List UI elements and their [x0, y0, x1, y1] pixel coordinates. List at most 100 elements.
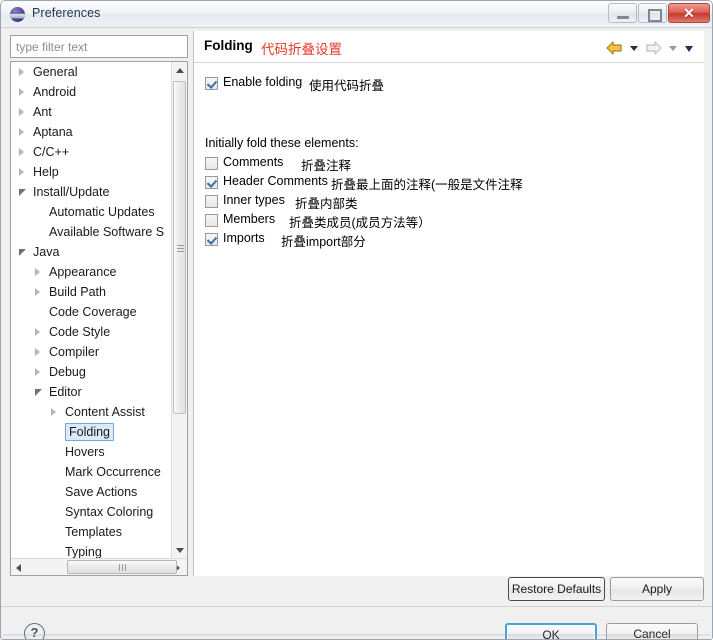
- tree-item-java[interactable]: Java: [11, 242, 173, 262]
- collapse-arrow-icon[interactable]: [35, 268, 40, 276]
- minimize-button[interactable]: [608, 3, 637, 23]
- collapse-arrow-icon[interactable]: [19, 148, 24, 156]
- collapse-arrow-icon[interactable]: [19, 88, 24, 96]
- help-icon[interactable]: ?: [24, 623, 45, 639]
- tree-item-label: Build Path: [49, 285, 106, 299]
- collapse-arrow-icon[interactable]: [35, 368, 40, 376]
- forward-history-dropdown-icon: [667, 41, 680, 55]
- tree-item-label: Code Style: [49, 325, 111, 339]
- tree-horizontal-scrollbar[interactable]: [11, 558, 187, 575]
- comments-checkbox[interactable]: [205, 157, 218, 170]
- collapse-arrow-icon[interactable]: [19, 168, 24, 176]
- filter-input[interactable]: [10, 35, 188, 58]
- tree-item-c-c[interactable]: C/C++: [11, 142, 173, 162]
- navigation-toolbar: [606, 39, 697, 55]
- enable-folding-checkbox[interactable]: [205, 77, 218, 90]
- tree-item-label: Install/Update: [33, 185, 110, 199]
- collapse-arrow-icon[interactable]: [35, 328, 40, 336]
- tree-item-android[interactable]: Android: [11, 82, 173, 102]
- tree-item-label: C/C++: [33, 145, 70, 159]
- tree-vertical-scrollbar[interactable]: [171, 62, 187, 559]
- imports-annotation: 折叠import部分: [281, 235, 366, 249]
- scroll-up-button[interactable]: [172, 62, 187, 79]
- tree-item-mark-occurrence[interactable]: Mark Occurrence: [11, 462, 173, 482]
- tree-item-label: Debug: [49, 365, 86, 379]
- tree-item-label: Android: [33, 85, 77, 99]
- group-label: Initially fold these elements:: [205, 136, 359, 150]
- preference-page: Folding 代码折叠设置 Enable folding 使用代码折叠 Ini…: [193, 31, 704, 576]
- maximize-button[interactable]: [638, 3, 667, 23]
- collapse-arrow-icon[interactable]: [35, 288, 40, 296]
- tree-item-folding[interactable]: Folding: [11, 422, 173, 442]
- header-comments-checkbox[interactable]: [205, 176, 218, 189]
- tree-item-appearance[interactable]: Appearance: [11, 262, 173, 282]
- tree-item-label: Available Software S: [49, 225, 165, 239]
- members-checkbox[interactable]: [205, 214, 218, 227]
- scroll-down-button[interactable]: [172, 542, 187, 559]
- collapse-arrow-icon[interactable]: [19, 128, 24, 136]
- tree-item-editor[interactable]: Editor: [11, 382, 173, 402]
- tree-item-debug[interactable]: Debug: [11, 362, 173, 382]
- tree-item-aptana[interactable]: Aptana: [11, 122, 173, 142]
- tree-item-code-coverage[interactable]: Code Coverage: [11, 302, 173, 322]
- members-label: Members: [223, 212, 276, 226]
- collapse-arrow-icon[interactable]: [51, 408, 56, 416]
- tree-item-templates[interactable]: Templates: [11, 522, 173, 542]
- tree-item-label: Automatic Updates: [49, 205, 155, 219]
- tree-scroll-area: General Android Ant Aptana C/C++ Help Install/…: [11, 62, 173, 559]
- tree-item-help[interactable]: Help: [11, 162, 173, 182]
- tree-item-code-style[interactable]: Code Style: [11, 322, 173, 342]
- collapse-arrow-icon[interactable]: [19, 68, 24, 76]
- expand-arrow-icon[interactable]: [19, 189, 27, 197]
- header-comments-annotation: 折叠最上面的注释(一般是文件注释: [331, 178, 523, 192]
- inner-types-label: Inner types: [223, 193, 285, 207]
- imports-checkbox[interactable]: [205, 233, 218, 246]
- apply-button[interactable]: Apply: [610, 577, 704, 601]
- tree-item-available-software-s[interactable]: Available Software S: [11, 222, 173, 242]
- tree-item-label: Hovers: [65, 445, 105, 459]
- cancel-button[interactable]: Cancel: [606, 623, 698, 639]
- expand-arrow-icon[interactable]: [19, 249, 27, 257]
- back-history-dropdown-icon[interactable]: [628, 41, 641, 55]
- dialog-body: General Android Ant Aptana C/C++ Help Install/…: [1, 28, 712, 639]
- tree-item-typing[interactable]: Typing: [11, 542, 173, 559]
- comments-label: Comments: [223, 155, 284, 169]
- scroll-left-button[interactable]: [11, 559, 28, 574]
- close-button[interactable]: ✕: [668, 3, 710, 23]
- tree-item-label: Compiler: [49, 345, 100, 359]
- window-shadow: [3, 634, 710, 637]
- horizontal-scrollbar-thumb[interactable]: [67, 560, 177, 574]
- tree-item-compiler[interactable]: Compiler: [11, 342, 173, 362]
- page-title-annotation: 代码折叠设置: [261, 42, 342, 57]
- tree-item-ant[interactable]: Ant: [11, 102, 173, 122]
- tree-item-content-assist[interactable]: Content Assist: [11, 402, 173, 422]
- footer-divider: [1, 606, 712, 607]
- tree-item-label: Aptana: [33, 125, 73, 139]
- expand-arrow-icon[interactable]: [35, 389, 43, 397]
- triangle-down-icon: [176, 548, 184, 553]
- tree-item-general[interactable]: General: [11, 62, 173, 82]
- ok-button[interactable]: OK: [505, 623, 597, 639]
- tree-item-build-path[interactable]: Build Path: [11, 282, 173, 302]
- tree-item-hovers[interactable]: Hovers: [11, 442, 173, 462]
- tree-item-label: Appearance: [49, 265, 117, 279]
- tree-item-save-actions[interactable]: Save Actions: [11, 482, 173, 502]
- tree-item-label: Folding: [65, 423, 114, 441]
- title-bar: Preferences ✕: [1, 1, 712, 28]
- page-menu-chevron-down-icon[interactable]: [684, 41, 697, 55]
- tree-item-automatic-updates[interactable]: Automatic Updates: [11, 202, 173, 222]
- preferences-tree[interactable]: General Android Ant Aptana C/C++ Help Install/…: [10, 61, 188, 576]
- tree-item-label: Code Coverage: [49, 305, 137, 319]
- enable-folding-label: Enable folding: [223, 75, 303, 89]
- tree-item-label: Typing: [65, 545, 102, 559]
- inner-types-checkbox[interactable]: [205, 195, 218, 208]
- back-arrow-icon[interactable]: [606, 41, 623, 55]
- forward-arrow-icon: [645, 41, 662, 55]
- collapse-arrow-icon[interactable]: [19, 108, 24, 116]
- tree-item-syntax-coloring[interactable]: Syntax Coloring: [11, 502, 173, 522]
- vertical-scrollbar-thumb[interactable]: [173, 81, 186, 414]
- tree-item-install-update[interactable]: Install/Update: [11, 182, 173, 202]
- restore-defaults-button[interactable]: Restore Defaults: [508, 577, 605, 601]
- collapse-arrow-icon[interactable]: [35, 348, 40, 356]
- window-title: Preferences: [32, 6, 101, 20]
